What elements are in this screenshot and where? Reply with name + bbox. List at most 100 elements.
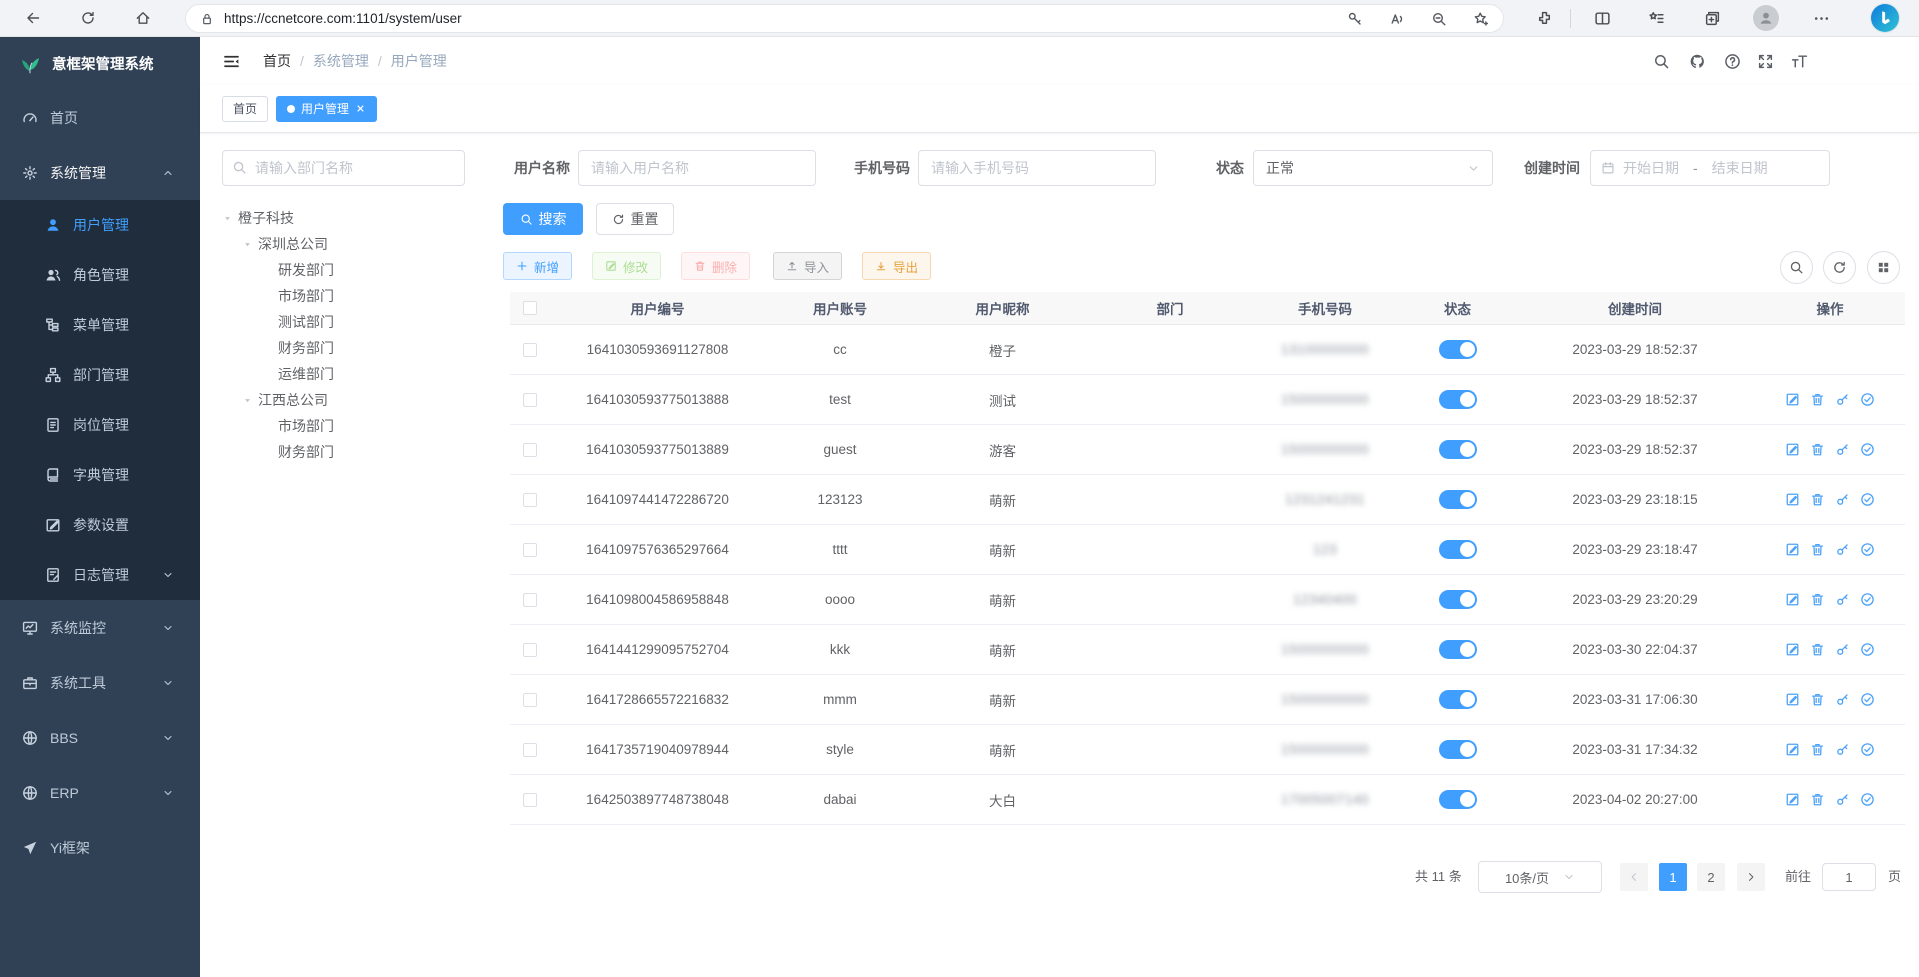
browser-refresh-button[interactable] <box>72 3 104 33</box>
status-toggle[interactable] <box>1439 440 1477 459</box>
close-icon[interactable] <box>355 103 366 114</box>
export-button[interactable]: 导出 <box>862 252 931 280</box>
delete-icon[interactable] <box>1810 542 1825 557</box>
reset-password-key-icon[interactable] <box>1835 592 1850 607</box>
tree-node[interactable]: 深圳总公司 <box>222 231 482 257</box>
edit-icon[interactable] <box>1785 542 1800 557</box>
sidebar-item-部门管理[interactable]: 部门管理 <box>0 350 200 400</box>
browser-menu-dots-icon[interactable] <box>1813 10 1830 27</box>
assign-role-check-icon[interactable] <box>1860 592 1875 607</box>
sidebar-item-系统工具[interactable]: 系统工具 <box>0 655 200 710</box>
sidebar-item-BBS[interactable]: BBS <box>0 710 200 765</box>
address-bar[interactable]: https://ccnetcore.com:1101/system/user <box>185 4 1504 33</box>
tree-node[interactable]: 市场部门 <box>222 413 482 439</box>
assign-role-check-icon[interactable] <box>1860 642 1875 657</box>
date-range-picker[interactable]: 开始日期 - 结束日期 <box>1590 150 1830 186</box>
edit-icon[interactable] <box>1785 642 1800 657</box>
url-text[interactable]: https://ccnetcore.com:1101/system/user <box>224 11 1321 26</box>
app-logo[interactable]: 意框架管理系统 <box>0 37 200 90</box>
tree-node[interactable]: 研发部门 <box>222 257 482 283</box>
row-checkbox[interactable] <box>523 493 537 507</box>
next-page-button[interactable] <box>1737 863 1765 891</box>
sidebar-item-用户管理[interactable]: 用户管理 <box>0 200 200 250</box>
sidebar-item-首页[interactable]: 首页 <box>0 90 200 145</box>
delete-icon[interactable] <box>1810 692 1825 707</box>
assign-role-check-icon[interactable] <box>1860 392 1875 407</box>
select-all-checkbox[interactable] <box>523 301 537 315</box>
page-number-2[interactable]: 2 <box>1697 863 1725 891</box>
tab-用户管理[interactable]: 用户管理 <box>276 96 377 122</box>
sidebar-item-岗位管理[interactable]: 岗位管理 <box>0 400 200 450</box>
split-screen-icon[interactable] <box>1594 10 1611 27</box>
sidebar-item-ERP[interactable]: ERP <box>0 765 200 820</box>
reset-password-key-icon[interactable] <box>1835 492 1850 507</box>
tree-node[interactable]: 测试部门 <box>222 309 482 335</box>
status-toggle[interactable] <box>1439 590 1477 609</box>
tree-node[interactable]: 运维部门 <box>222 361 482 387</box>
edit-icon[interactable] <box>1785 492 1800 507</box>
edit-icon[interactable] <box>1785 742 1800 757</box>
row-checkbox[interactable] <box>523 543 537 557</box>
assign-role-check-icon[interactable] <box>1860 442 1875 457</box>
fullscreen-icon[interactable] <box>1757 53 1774 70</box>
tree-node[interactable]: 市场部门 <box>222 283 482 309</box>
delete-icon[interactable] <box>1810 742 1825 757</box>
read-aloud-icon[interactable] <box>1389 11 1405 27</box>
refresh-table-button[interactable] <box>1823 251 1856 284</box>
tree-node[interactable]: 财务部门 <box>222 439 482 465</box>
tab-首页[interactable]: 首页 <box>222 96 268 122</box>
add-button[interactable]: 新增 <box>503 252 572 280</box>
row-checkbox[interactable] <box>523 793 537 807</box>
row-checkbox[interactable] <box>523 593 537 607</box>
browser-home-button[interactable] <box>127 3 159 33</box>
delete-icon[interactable] <box>1810 442 1825 457</box>
reset-password-key-icon[interactable] <box>1835 642 1850 657</box>
reset-password-key-icon[interactable] <box>1835 542 1850 557</box>
edit-icon[interactable] <box>1785 592 1800 607</box>
breadcrumb-item[interactable]: 用户管理 <box>391 51 447 71</box>
reset-password-key-icon[interactable] <box>1835 792 1850 807</box>
row-checkbox[interactable] <box>523 643 537 657</box>
edit-icon[interactable] <box>1785 792 1800 807</box>
search-icon[interactable] <box>1653 53 1670 70</box>
reset-password-key-icon[interactable] <box>1835 742 1850 757</box>
delete-icon[interactable] <box>1810 592 1825 607</box>
page-size-select[interactable]: 10条/页 <box>1478 861 1602 893</box>
breadcrumb-item[interactable]: 系统管理 <box>313 51 369 71</box>
delete-button[interactable]: 删除 <box>681 252 750 280</box>
status-select[interactable]: 正常 <box>1253 150 1493 186</box>
reset-password-key-icon[interactable] <box>1835 442 1850 457</box>
sidebar-item-菜单管理[interactable]: 菜单管理 <box>0 300 200 350</box>
favorites-bar-icon[interactable] <box>1648 10 1665 27</box>
delete-icon[interactable] <box>1810 492 1825 507</box>
delete-icon[interactable] <box>1810 792 1825 807</box>
column-settings-button[interactable] <box>1867 251 1900 284</box>
status-toggle[interactable] <box>1439 790 1477 809</box>
sidebar-item-系统管理[interactable]: 系统管理 <box>0 145 200 200</box>
sidebar-item-参数设置[interactable]: 参数设置 <box>0 500 200 550</box>
reset-button[interactable]: 重置 <box>596 203 674 235</box>
status-toggle[interactable] <box>1439 690 1477 709</box>
assign-role-check-icon[interactable] <box>1860 792 1875 807</box>
username-input[interactable] <box>578 150 816 186</box>
goto-page-input[interactable] <box>1822 863 1876 891</box>
assign-role-check-icon[interactable] <box>1860 542 1875 557</box>
edit-icon[interactable] <box>1785 392 1800 407</box>
page-number-1[interactable]: 1 <box>1659 863 1687 891</box>
zoom-out-icon[interactable] <box>1431 11 1447 27</box>
password-key-icon[interactable] <box>1347 11 1363 27</box>
search-button[interactable]: 搜索 <box>503 203 583 235</box>
row-checkbox[interactable] <box>523 743 537 757</box>
edit-icon[interactable] <box>1785 692 1800 707</box>
tree-node[interactable]: 江西总公司 <box>222 387 482 413</box>
sidebar-item-字典管理[interactable]: 字典管理 <box>0 450 200 500</box>
bing-copilot-icon[interactable] <box>1871 4 1899 32</box>
edit-icon[interactable] <box>1785 442 1800 457</box>
browser-back-button[interactable] <box>17 3 49 33</box>
status-toggle[interactable] <box>1439 340 1477 359</box>
browser-profile-avatar[interactable] <box>1753 5 1779 31</box>
font-size-icon[interactable] <box>1791 53 1808 70</box>
status-toggle[interactable] <box>1439 640 1477 659</box>
row-checkbox[interactable] <box>523 443 537 457</box>
row-checkbox[interactable] <box>523 393 537 407</box>
